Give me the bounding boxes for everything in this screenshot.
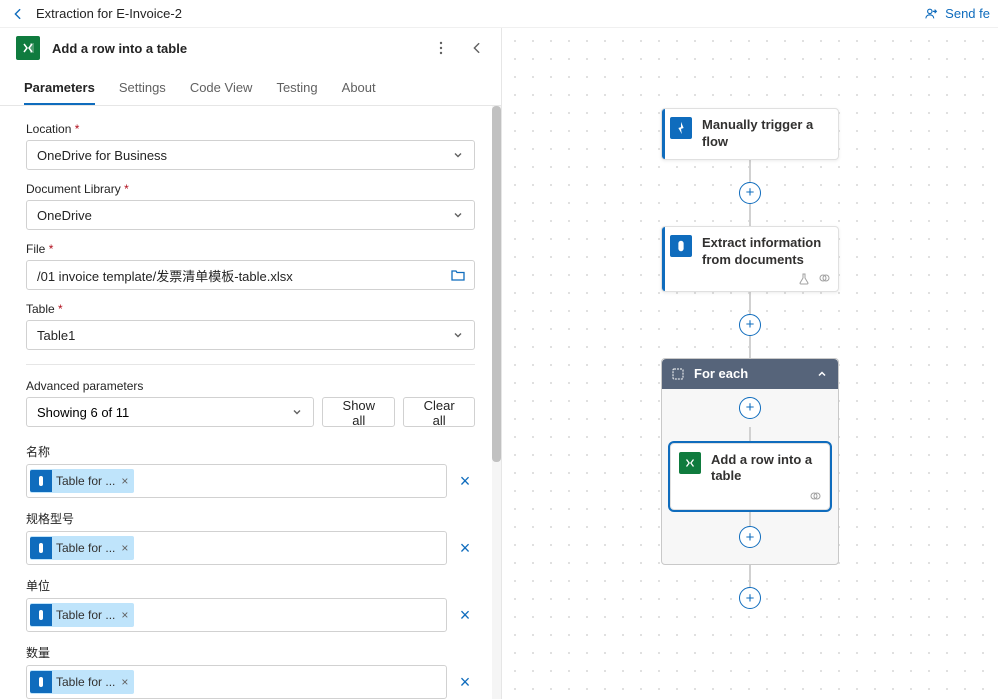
clear-row-icon[interactable]: × (455, 538, 475, 559)
foreach-title: For each (694, 366, 748, 381)
feedback-icon (925, 7, 939, 21)
dynamic-token[interactable]: Table for ... × (30, 670, 134, 694)
advanced-select[interactable]: Showing 6 of 11 (26, 397, 314, 427)
library-label: Document Library (26, 182, 121, 196)
tab-testing[interactable]: Testing (276, 72, 317, 105)
file-input[interactable]: /01 invoice template/发票清单模板-table.xlsx (26, 260, 475, 290)
extract-card[interactable]: Extract information from documents (661, 226, 839, 292)
token-remove-icon[interactable]: × (119, 474, 130, 488)
trigger-card[interactable]: Manually trigger a flow (661, 108, 839, 160)
panel-more-button[interactable] (429, 36, 453, 60)
excel-icon (16, 36, 40, 60)
table-value: Table1 (37, 328, 75, 343)
chevron-down-icon (452, 329, 464, 341)
clear-row-icon[interactable]: × (455, 471, 475, 492)
param-token-input[interactable]: Table for ... × (26, 464, 447, 498)
param-row: 规格型号 Table for ... × × (26, 510, 475, 565)
chevron-down-icon (452, 149, 464, 161)
token-icon (30, 470, 52, 492)
param-token-input[interactable]: Table for ... × (26, 665, 447, 699)
token-text: Table for ... (56, 608, 115, 622)
collapse-panel-button[interactable] (465, 36, 489, 60)
tab-about[interactable]: About (342, 72, 376, 105)
location-select[interactable]: OneDrive for Business (26, 140, 475, 170)
chevron-up-icon[interactable] (816, 368, 828, 380)
foreach-header[interactable]: For each (662, 359, 838, 389)
add-step-button[interactable]: + (739, 182, 761, 204)
extract-title: Extract information from documents (702, 235, 830, 269)
add-row-title: Add a row into a table (711, 452, 821, 486)
token-remove-icon[interactable]: × (119, 675, 130, 689)
flow-canvas[interactable]: Manually trigger a flow + Extract inform… (502, 28, 998, 699)
flask-icon (798, 273, 810, 285)
token-remove-icon[interactable]: × (119, 541, 130, 555)
tab-settings[interactable]: Settings (119, 72, 166, 105)
panel-title: Add a row into a table (52, 41, 417, 56)
trigger-icon (670, 117, 692, 139)
token-text: Table for ... (56, 474, 115, 488)
link-icon (816, 273, 830, 285)
dynamic-token[interactable]: Table for ... × (30, 603, 134, 627)
page-title: Extraction for E-Invoice-2 (36, 6, 182, 21)
token-remove-icon[interactable]: × (119, 608, 130, 622)
token-icon (30, 537, 52, 559)
param-label: 名称 (26, 443, 475, 460)
clear-all-button[interactable]: Clear all (403, 397, 475, 427)
chevron-down-icon (291, 406, 303, 418)
clear-row-icon[interactable]: × (455, 672, 475, 693)
param-row: 名称 Table for ... × × (26, 443, 475, 498)
advanced-label: Advanced parameters (26, 379, 475, 393)
file-value: /01 invoice template/发票清单模板-table.xlsx (37, 266, 293, 285)
param-token-input[interactable]: Table for ... × (26, 531, 447, 565)
chevron-down-icon (452, 209, 464, 221)
param-row: 单位 Table for ... × × (26, 577, 475, 632)
action-config-panel: Add a row into a table Parameters Settin… (0, 28, 502, 699)
token-text: Table for ... (56, 541, 115, 555)
token-icon (30, 671, 52, 693)
param-token-input[interactable]: Table for ... × (26, 598, 447, 632)
add-step-button[interactable]: + (739, 526, 761, 548)
show-all-button[interactable]: Show all (322, 397, 395, 427)
table-label: Table (26, 302, 55, 316)
param-label: 数量 (26, 644, 475, 661)
loop-icon (672, 368, 684, 380)
library-value: OneDrive (37, 208, 92, 223)
add-step-button[interactable]: + (739, 397, 761, 419)
location-value: OneDrive for Business (37, 148, 167, 163)
token-text: Table for ... (56, 675, 115, 689)
param-label: 单位 (26, 577, 475, 594)
file-label: File (26, 242, 45, 256)
excel-icon (679, 452, 701, 474)
back-button[interactable] (8, 4, 28, 24)
link-icon (807, 491, 821, 501)
token-icon (30, 604, 52, 626)
add-row-card[interactable]: Add a row into a table (670, 443, 830, 511)
trigger-title: Manually trigger a flow (702, 117, 830, 151)
tab-parameters[interactable]: Parameters (24, 72, 95, 105)
dynamic-token[interactable]: Table for ... × (30, 469, 134, 493)
send-feedback-label: Send fe (945, 6, 990, 21)
foreach-container[interactable]: For each + Add a row into a table (661, 358, 839, 566)
param-row: 数量 Table for ... × × (26, 644, 475, 699)
location-label: Location (26, 122, 71, 136)
add-step-button[interactable]: + (739, 587, 761, 609)
scrollbar[interactable] (492, 106, 501, 699)
table-select[interactable]: Table1 (26, 320, 475, 350)
library-select[interactable]: OneDrive (26, 200, 475, 230)
param-label: 规格型号 (26, 510, 475, 527)
ai-builder-icon (670, 235, 692, 257)
file-picker-icon[interactable] (450, 267, 466, 283)
dynamic-token[interactable]: Table for ... × (30, 536, 134, 560)
tab-code-view[interactable]: Code View (190, 72, 253, 105)
send-feedback-button[interactable]: Send fe (925, 6, 990, 21)
clear-row-icon[interactable]: × (455, 605, 475, 626)
advanced-showing: Showing 6 of 11 (37, 405, 129, 420)
add-step-button[interactable]: + (739, 314, 761, 336)
